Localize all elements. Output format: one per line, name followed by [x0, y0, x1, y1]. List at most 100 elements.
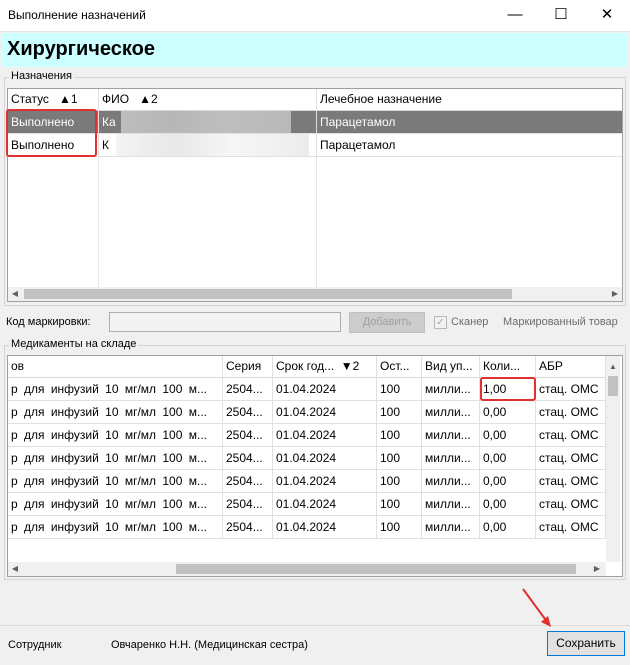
- marked-goods-label: Маркированный товар: [503, 316, 618, 328]
- appointments-hscrollbar[interactable]: ◀ ▶: [8, 287, 622, 301]
- column-header-qty[interactable]: Коли...: [480, 356, 536, 378]
- table-row[interactable]: р для инфузий 10 мг/мл 100 м... 2504... 01…: [8, 424, 606, 447]
- name-cell: р для инфузий 10 мг/мл 100 м...: [8, 516, 223, 539]
- series-cell: 2504...: [223, 516, 273, 539]
- rest-cell: 100: [377, 470, 422, 493]
- column-header-pack[interactable]: Вид уп...: [422, 356, 480, 378]
- table-row[interactable]: р для инфузий 10 мг/мл 100 м... 2504... 01…: [8, 493, 606, 516]
- table-row[interactable]: р для инфузий 10 мг/мл 100 м... 2504... 01…: [8, 447, 606, 470]
- rest-cell: 100: [377, 378, 422, 401]
- highlight-status: [6, 109, 97, 157]
- column-header-status[interactable]: Статус ▲1: [8, 89, 99, 111]
- scroll-thumb[interactable]: [176, 564, 576, 574]
- column-header-fio-label: ФИО: [102, 92, 130, 106]
- stock-hscrollbar[interactable]: ◀ ▶: [8, 562, 606, 576]
- department-header: Хирургическое: [2, 33, 628, 67]
- minimize-button[interactable]: —: [492, 0, 538, 32]
- pack-cell: милли...: [422, 424, 480, 447]
- table-row[interactable]: р для инфузий 10 мг/мл 100 м... 2504... 01…: [8, 516, 606, 539]
- close-button[interactable]: ✕: [584, 0, 630, 32]
- series-cell: 2504...: [223, 401, 273, 424]
- scroll-up-icon[interactable]: ▲: [606, 360, 620, 374]
- redacted-name: [116, 134, 309, 156]
- treatment-cell: Парацетамол: [317, 111, 622, 134]
- name-cell: р для инфузий 10 мг/мл 100 м...: [8, 424, 223, 447]
- column-header-treatment[interactable]: Лечебное назначение: [317, 89, 622, 111]
- abr-cell: стац. ОМС: [536, 516, 606, 539]
- scroll-right-icon[interactable]: ▶: [608, 287, 622, 301]
- column-header-name[interactable]: ов: [8, 356, 223, 378]
- rest-cell: 100: [377, 401, 422, 424]
- abr-cell: стац. ОМС: [536, 447, 606, 470]
- qty-cell[interactable]: 0,00: [480, 470, 536, 493]
- expiry-cell: 01.04.2024: [273, 516, 377, 539]
- sort-desc-icon: ▼2: [340, 359, 360, 373]
- employee-name: Овчаренко Н.Н. (Медицинская сестра): [111, 639, 308, 651]
- name-cell: р для инфузий 10 мг/мл 100 м...: [8, 493, 223, 516]
- name-cell: р для инфузий 10 мг/мл 100 м...: [8, 447, 223, 470]
- rest-cell: 100: [377, 516, 422, 539]
- annotation-arrow-icon: [522, 588, 551, 627]
- appointments-grid[interactable]: Статус ▲1 ФИО ▲2 Лечебное назначение Вып…: [7, 88, 623, 302]
- column-header-expiry-label: Срок год...: [276, 359, 335, 373]
- marking-label: Код маркировки:: [6, 316, 91, 328]
- qty-cell[interactable]: 0,00: [480, 493, 536, 516]
- name-cell: р для инфузий 10 мг/мл 100 м...: [8, 470, 223, 493]
- table-row[interactable]: Выполнено К Парацетамол: [8, 134, 622, 157]
- column-divider: [316, 157, 317, 287]
- pack-cell: милли...: [422, 493, 480, 516]
- table-row[interactable]: р для инфузий 10 мг/мл 100 м... 2504... 01…: [8, 470, 606, 493]
- qty-cell[interactable]: 0,00: [480, 447, 536, 470]
- highlight-quantity: [480, 377, 536, 401]
- qty-cell[interactable]: 0,00: [480, 424, 536, 447]
- redacted-name: [121, 111, 291, 133]
- expiry-cell: 01.04.2024: [273, 470, 377, 493]
- table-row[interactable]: р для инфузий 10 мг/мл 100 м... 2504... 01…: [8, 401, 606, 424]
- scroll-left-icon[interactable]: ◀: [8, 562, 22, 576]
- qty-cell[interactable]: 0,00: [480, 401, 536, 424]
- scroll-thumb[interactable]: [24, 289, 512, 299]
- column-header-expiry[interactable]: Срок год... ▼2: [273, 356, 377, 378]
- series-cell: 2504...: [223, 378, 273, 401]
- expiry-cell: 01.04.2024: [273, 493, 377, 516]
- column-header-rest[interactable]: Ост...: [377, 356, 422, 378]
- expiry-cell: 01.04.2024: [273, 447, 377, 470]
- abr-cell: стац. ОМС: [536, 424, 606, 447]
- marking-code-input[interactable]: [109, 312, 341, 332]
- stock-vscrollbar[interactable]: ▲: [606, 356, 620, 562]
- scanner-checkbox[interactable]: ✓: [434, 316, 447, 329]
- abr-cell: стац. ОМС: [536, 378, 606, 401]
- stock-group-label: Медикаменты на складе: [9, 338, 139, 350]
- scroll-left-icon[interactable]: ◀: [8, 287, 22, 301]
- scroll-right-icon[interactable]: ▶: [590, 562, 604, 576]
- table-row[interactable]: Выполнено Ка Парацетамол: [8, 111, 622, 134]
- maximize-button[interactable]: ☐: [538, 0, 584, 32]
- column-header-fio[interactable]: ФИО ▲2: [99, 89, 317, 111]
- column-header-series[interactable]: Серия: [223, 356, 273, 378]
- pack-cell: милли...: [422, 516, 480, 539]
- save-button[interactable]: Сохранить: [547, 631, 625, 656]
- column-divider: [98, 157, 99, 287]
- department-title: Хирургическое: [7, 38, 155, 60]
- rest-cell: 100: [377, 493, 422, 516]
- rest-cell: 100: [377, 447, 422, 470]
- column-header-treatment-label: Лечебное назначение: [320, 92, 442, 106]
- abr-cell: стац. ОМС: [536, 470, 606, 493]
- series-cell: 2504...: [223, 470, 273, 493]
- appointments-group-label: Назначения: [9, 70, 74, 82]
- treatment-cell: Парацетамол: [317, 134, 622, 157]
- pack-cell: милли...: [422, 378, 480, 401]
- abr-cell: стац. ОМС: [536, 401, 606, 424]
- window-title: Выполнение назначений: [8, 8, 146, 22]
- series-cell: 2504...: [223, 424, 273, 447]
- add-button[interactable]: Добавить: [349, 312, 425, 333]
- title-bar: Выполнение назначений — ☐ ✕: [0, 0, 630, 32]
- scroll-thumb[interactable]: [608, 376, 618, 396]
- abr-cell: стац. ОМС: [536, 493, 606, 516]
- name-cell: р для инфузий 10 мг/мл 100 м...: [8, 378, 223, 401]
- pack-cell: милли...: [422, 470, 480, 493]
- qty-cell[interactable]: 0,00: [480, 516, 536, 539]
- sort-asc-icon: ▲2: [139, 92, 158, 106]
- rest-cell: 100: [377, 424, 422, 447]
- column-header-abr[interactable]: АБР: [536, 356, 606, 378]
